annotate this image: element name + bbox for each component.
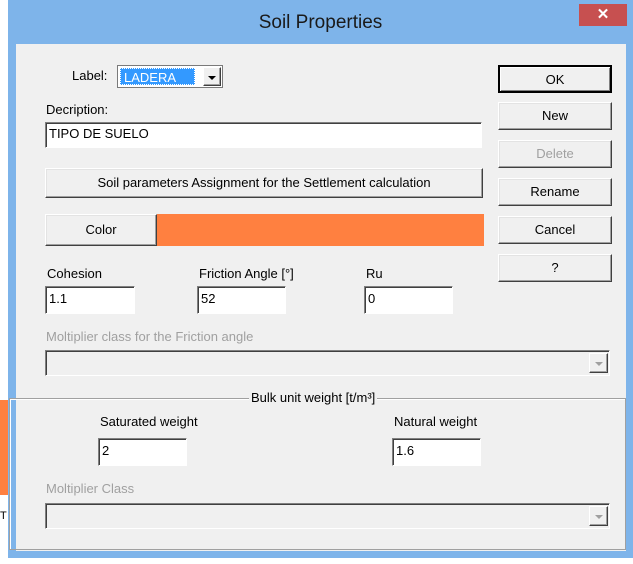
settlement-parameters-button[interactable]: Soil parameters Assignment for the Settl…: [45, 168, 483, 198]
cohesion-caption: Cohesion: [47, 266, 102, 281]
multiplier-class-caption: Moltiplier Class: [46, 481, 135, 496]
friction-angle-caption: Friction Angle [°]: [199, 266, 294, 281]
label-caption: Label:: [72, 68, 108, 83]
chevron-down-icon: [594, 362, 603, 366]
cohesion-field[interactable]: 1.1: [45, 286, 135, 314]
description-caption: Decription:: [46, 102, 109, 117]
chevron-down-icon: [594, 515, 603, 519]
chevron-down-icon: [208, 76, 216, 80]
title-bar[interactable]: Soil Properties ✕: [8, 0, 633, 44]
ru-field[interactable]: 0: [364, 286, 453, 314]
dialog-client-area: Label: LADERA Decription: TIPO DE SUELO …: [9, 44, 626, 551]
delete-button[interactable]: Delete: [498, 140, 612, 168]
friction-multiplier-select[interactable]: [45, 350, 610, 376]
saturated-weight-caption: Saturated weight: [100, 414, 198, 429]
help-button[interactable]: ?: [498, 254, 612, 282]
rename-button[interactable]: Rename: [498, 178, 612, 206]
label-select[interactable]: LADERA: [117, 65, 223, 88]
friction-multiplier-caption: Moltiplier class for the Friction angle: [46, 329, 254, 344]
natural-weight-caption: Natural weight: [394, 414, 478, 429]
new-button[interactable]: New: [498, 102, 612, 130]
soil-properties-dialog: Soil Properties ✕ Label: LADERA Decripti…: [8, 0, 633, 558]
multiplier-class-select[interactable]: [45, 503, 610, 529]
window-title: Soil Properties: [258, 12, 383, 33]
saturated-weight-field[interactable]: 2: [98, 438, 187, 466]
close-button[interactable]: ✕: [579, 4, 627, 26]
color-swatch[interactable]: [157, 214, 484, 246]
bulk-unit-weight-legend: Bulk unit weight [t/m³]: [249, 390, 378, 405]
label-dropdown-button[interactable]: [203, 67, 221, 86]
cancel-button[interactable]: Cancel: [498, 216, 612, 244]
friction-multiplier-dropdown-button[interactable]: [589, 353, 608, 373]
color-button[interactable]: Color: [45, 214, 157, 246]
ru-caption: Ru: [366, 266, 383, 281]
multiplier-class-dropdown-button[interactable]: [589, 506, 608, 526]
natural-weight-field[interactable]: 1.6: [392, 438, 481, 466]
friction-angle-field[interactable]: 52: [197, 286, 286, 314]
ok-button[interactable]: OK: [498, 65, 612, 93]
label-select-value: LADERA: [120, 68, 195, 85]
close-icon: ✕: [596, 6, 610, 23]
description-field[interactable]: TIPO DE SUELO: [45, 122, 482, 148]
